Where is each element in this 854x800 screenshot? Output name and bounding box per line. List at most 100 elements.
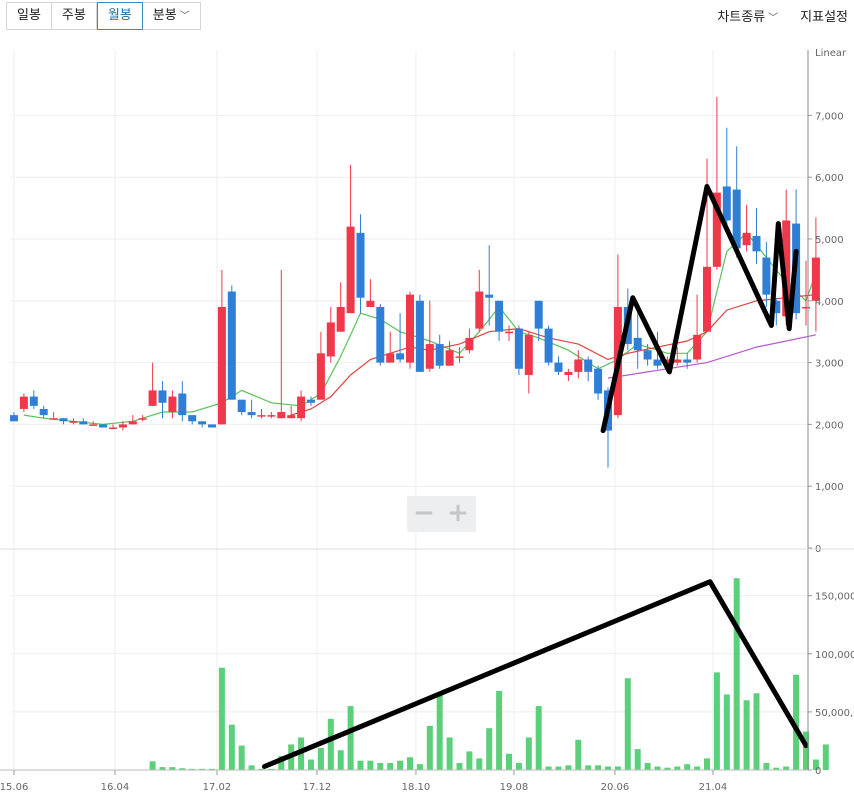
candle-body — [802, 306, 810, 309]
candle-body — [346, 226, 355, 314]
price-tick-label: 3,000 — [815, 359, 844, 370]
indicator-settings-button[interactable]: 지표설정 — [800, 6, 848, 25]
candle-body — [208, 424, 216, 428]
volume-bar — [575, 739, 582, 770]
candle-body — [376, 306, 385, 363]
x-tick-label: 18.10 — [402, 782, 431, 793]
candle-body — [495, 300, 504, 332]
candle-body — [406, 294, 414, 363]
daily-button[interactable]: 일봉 — [6, 2, 52, 30]
volume-bar — [466, 751, 473, 770]
price-chart[interactable]: Linear 15.06 16.04 17.02 17.12 18.10 19.08 20.… — [0, 40, 854, 800]
volume-bar — [317, 747, 324, 770]
monthly-button[interactable]: 월봉 — [96, 2, 143, 30]
x-tick-label: 21.04 — [699, 782, 728, 793]
volume-bar — [605, 766, 611, 770]
price-tick-label: 4,000 — [815, 297, 844, 308]
volume-bar — [387, 763, 394, 770]
candle-body — [336, 306, 345, 332]
candle-body — [762, 257, 771, 295]
candle-body — [514, 328, 523, 369]
volume-bar — [565, 765, 572, 770]
weekly-button[interactable]: 주봉 — [51, 2, 97, 30]
candle-body — [277, 412, 286, 419]
candle-body — [128, 421, 137, 425]
chevron-down-icon: ﹀ — [768, 13, 779, 24]
candle-body — [742, 232, 751, 246]
zoom-in-button[interactable]: + — [441, 496, 475, 532]
volume-bar — [476, 758, 483, 770]
volume-bar — [654, 766, 661, 770]
volume-bar — [713, 672, 720, 770]
candle-body — [703, 266, 711, 332]
candle-body — [178, 393, 187, 416]
candle-body — [198, 421, 207, 425]
volume-bar — [218, 667, 225, 770]
candle-body — [237, 399, 246, 413]
volume-bar — [149, 761, 156, 770]
candle-body — [722, 186, 731, 221]
x-tick-label: 19.08 — [500, 782, 529, 793]
period-selector: 일봉 주봉 월봉 분봉 ﹀ — [6, 2, 201, 30]
volume-bar — [486, 728, 493, 770]
candle-body — [227, 291, 236, 400]
volume-bar — [248, 765, 255, 770]
candle-body — [653, 359, 662, 366]
chart-type-dropdown[interactable]: 차트종류 ﹀ — [717, 6, 778, 25]
candle-body — [356, 232, 365, 298]
candle-body — [39, 408, 48, 416]
candle-body — [811, 257, 820, 301]
candle-body — [673, 359, 682, 363]
chart-type-label: 차트종류 — [717, 10, 766, 25]
x-tick-label: 17.02 — [203, 782, 232, 793]
volume-bars — [11, 578, 829, 771]
price-tick-label: 7,000 — [815, 111, 844, 122]
candle-body — [633, 337, 642, 351]
candle-body — [89, 424, 98, 426]
volume-tick-label: 0 — [815, 766, 821, 777]
volume-bar — [327, 718, 334, 770]
candle-body — [445, 350, 454, 366]
candle-body — [69, 421, 78, 423]
candle-body — [435, 344, 444, 366]
candle-body — [366, 300, 375, 307]
volume-bar — [397, 760, 404, 770]
candle-body — [109, 427, 117, 429]
volume-bar — [674, 766, 681, 770]
volume-bar — [684, 764, 691, 770]
candle-body — [564, 371, 573, 375]
candle-body — [485, 294, 494, 298]
volume-bar — [822, 744, 829, 770]
volume-bar — [723, 694, 730, 770]
volume-bar — [367, 760, 374, 770]
candle-body — [475, 291, 484, 329]
candle-body — [297, 396, 306, 419]
volume-tick-label: 150,000,0 — [815, 592, 854, 603]
volume-bar — [614, 766, 621, 770]
candle-body — [584, 359, 593, 372]
price-tick-label: 1,000 — [815, 482, 844, 493]
x-tick-label: 20.06 — [601, 782, 630, 793]
candle-body — [10, 415, 18, 422]
zoom-out-button[interactable]: − — [407, 496, 441, 532]
minute-button[interactable]: 분봉 ﹀ — [142, 2, 201, 30]
candle-body — [148, 390, 157, 406]
candle-body — [465, 337, 474, 351]
candle-body — [99, 424, 108, 428]
candle-body — [188, 415, 197, 422]
volume-bar — [377, 763, 384, 770]
volume-tick-label: 100,000,0 — [815, 650, 854, 661]
volume-bar — [545, 766, 552, 770]
volume-bar — [347, 706, 354, 770]
candle-body — [554, 362, 563, 372]
candle-body — [693, 334, 702, 360]
volume-bar — [407, 757, 413, 770]
toolbar-right-menu: 차트종류 ﹀ 지표설정 — [717, 6, 848, 25]
candle-body — [59, 418, 68, 422]
candle-body — [138, 418, 147, 420]
volume-bar — [456, 763, 463, 770]
volume-bar — [694, 766, 701, 770]
volume-bar — [308, 759, 314, 770]
candle-body — [534, 300, 543, 329]
volume-bar — [525, 737, 532, 770]
